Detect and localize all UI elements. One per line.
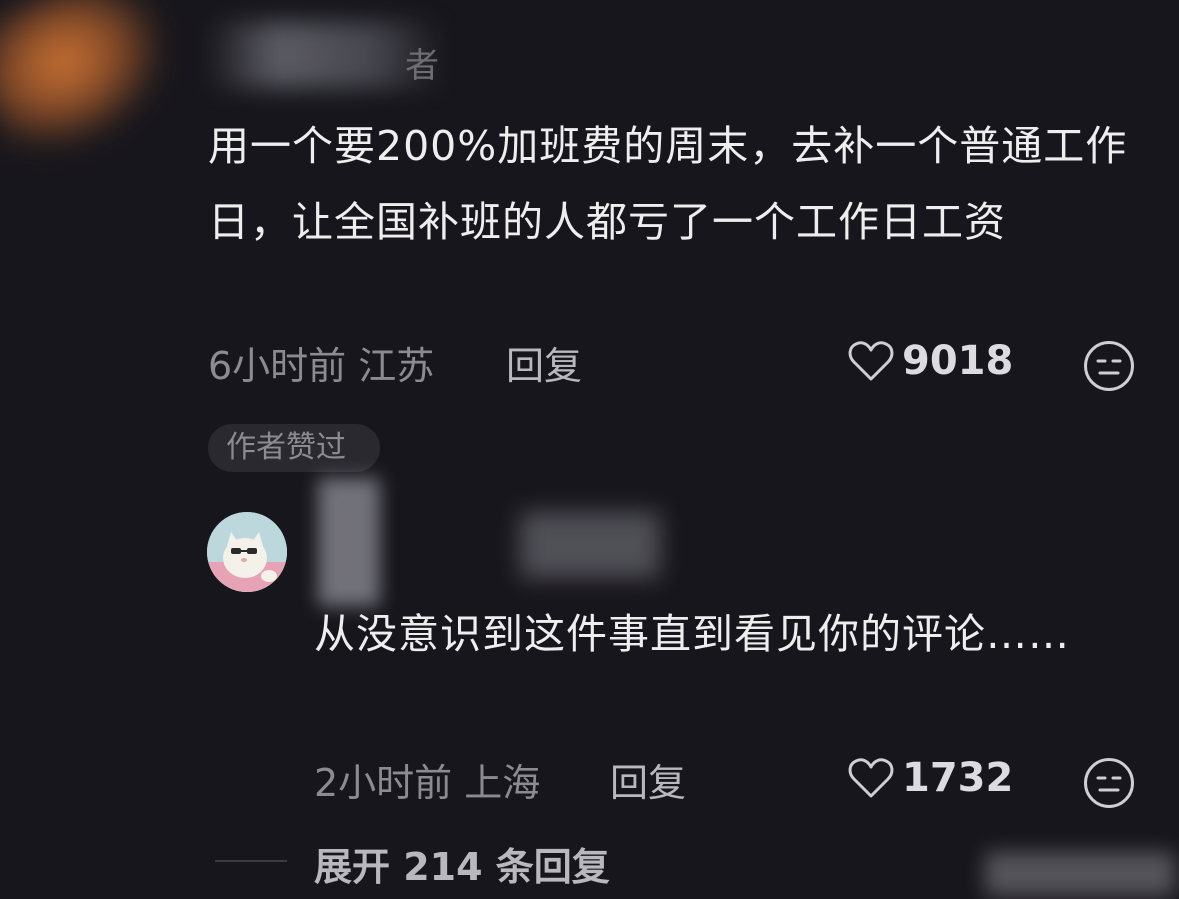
reply-body: 从没意识到这件事直到看见你的评论……	[314, 610, 1070, 658]
redacted-watermark	[985, 852, 1175, 896]
comment-meta: 6小时前 江苏 回复 9018	[208, 335, 1138, 391]
dislike-button[interactable]	[1084, 341, 1134, 391]
redacted-avatar	[0, 0, 193, 174]
reply-time-location: 2小时前 上海	[314, 761, 541, 805]
dislike-face-icon	[1096, 776, 1122, 792]
expand-replies-button[interactable]: 展开 214 条回复	[314, 836, 610, 891]
reply-button[interactable]: 回复	[506, 335, 582, 390]
dislike-face-icon	[1096, 359, 1122, 375]
comment-time-location: 6小时前 江苏	[208, 344, 435, 388]
redacted-reply-username-tail	[520, 512, 660, 578]
reply-meta: 2小时前 上海 回复 1732	[314, 752, 1138, 808]
username-fragment: 者	[405, 46, 439, 86]
comment-thread: 者 用一个要200%加班费的周末，去补一个普通工作日，让全国补班的人都亏了一个工…	[0, 0, 1179, 899]
reply-like-count: 1732	[902, 755, 1014, 801]
expand-divider	[215, 860, 287, 862]
avatar[interactable]	[207, 512, 287, 592]
reply-dislike-button[interactable]	[1084, 758, 1134, 808]
reply-like-button[interactable]: 1732	[848, 755, 1013, 801]
reply-to-reply-button[interactable]: 回复	[610, 752, 686, 807]
redacted-reply-username	[318, 478, 380, 606]
author-liked-badge: 作者赞过	[208, 424, 380, 472]
like-count: 9018	[902, 338, 1014, 384]
comment-body: 用一个要200%加班费的周末，去补一个普通工作日，让全国补班的人都亏了一个工作日…	[208, 122, 1128, 246]
heart-outline-icon	[848, 758, 894, 798]
heart-outline-icon	[848, 341, 894, 381]
like-button[interactable]: 9018	[848, 338, 1013, 384]
cat-avatar-image	[207, 512, 287, 592]
